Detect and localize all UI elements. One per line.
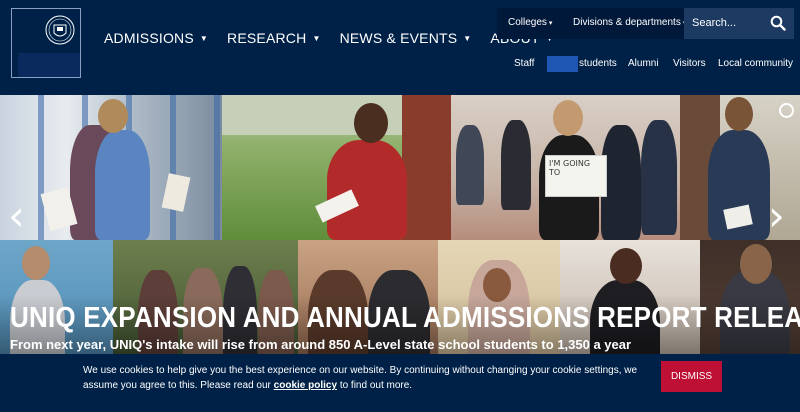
nav-news-events[interactable]: NEWS & EVENTS ▼ <box>340 30 472 46</box>
hero-carousel: I'M GOING TO ‹ › UNIQ EXPANSION AND ANNU… <box>0 95 800 385</box>
students-link[interactable]: students <box>579 58 617 69</box>
colleges-link[interactable]: Colleges ▾ <box>508 17 552 28</box>
search-input[interactable]: Search... <box>684 8 794 39</box>
chevron-down-icon: ▾ <box>548 20 553 27</box>
hero-photo-3: I'M GOING TO <box>451 95 680 240</box>
chevron-right-icon[interactable]: › <box>768 195 785 237</box>
alumni-link[interactable]: Alumni <box>628 58 659 69</box>
nav-research[interactable]: RESEARCH ▼ <box>227 30 321 46</box>
audience-nav: Staff students Alumni Visitors Local com… <box>0 56 800 72</box>
hero-photo-1 <box>0 95 222 240</box>
staff-link[interactable]: Staff <box>514 58 534 69</box>
divisions-departments-link[interactable]: Divisions & departments▾ <box>573 17 686 28</box>
visitors-link[interactable]: Visitors <box>673 58 706 69</box>
chevron-left-icon[interactable]: ‹ <box>8 195 25 237</box>
hero-photo-2 <box>222 95 451 240</box>
cookie-policy-link[interactable]: cookie policy <box>274 380 337 391</box>
local-community-link[interactable]: Local community <box>718 58 793 69</box>
redacted-highlight <box>547 56 578 72</box>
chevron-down-icon: ▼ <box>312 33 321 43</box>
hero-headline[interactable]: UNIQ EXPANSION AND ANNUAL ADMISSIONS REP… <box>10 300 800 335</box>
crest-icon <box>45 15 75 45</box>
search-placeholder: Search... <box>692 17 737 29</box>
nav-admissions[interactable]: ADMISSIONS ▼ <box>104 30 208 46</box>
held-sign: I'M GOING TO <box>545 155 607 197</box>
hero-subheadline: From next year, UNIQ's intake will rise … <box>10 337 632 352</box>
search-icon[interactable] <box>770 15 786 31</box>
cookie-message: We use cookies to help give you the best… <box>83 365 638 391</box>
site-header: ADMISSIONS▼ RESEARCH▼ NEWS & EVENTS▼ ABO… <box>0 0 800 95</box>
cookie-banner: We use cookies to help give you the best… <box>0 354 800 412</box>
chevron-down-icon: ▼ <box>199 33 209 43</box>
chevron-down-icon: ▼ <box>463 33 472 43</box>
dismiss-button[interactable]: DISMISS <box>661 361 722 392</box>
info-icon[interactable] <box>779 103 794 118</box>
